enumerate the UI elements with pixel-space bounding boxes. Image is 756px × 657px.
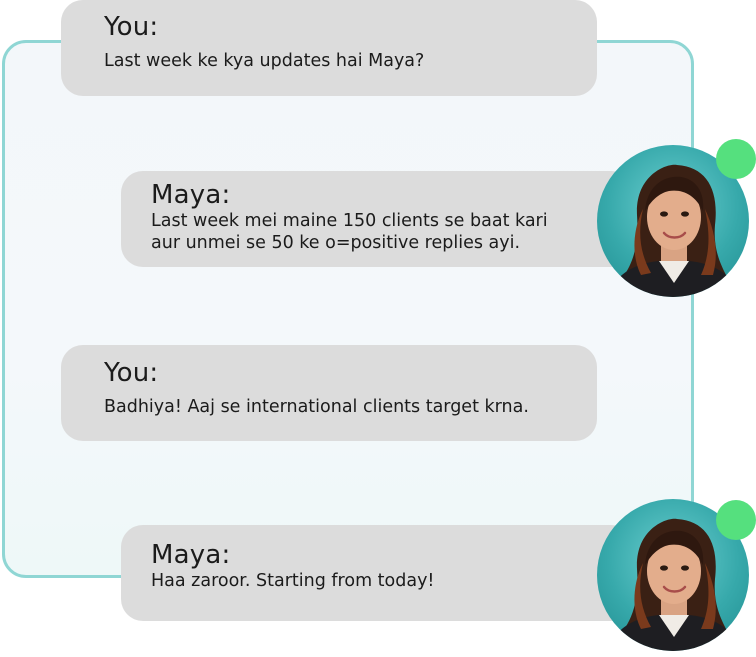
message-text-line-1: Last week mei maine 150 clients se baat … — [151, 211, 548, 231]
sender-name: Maya: — [151, 540, 231, 570]
online-status-dot — [716, 139, 756, 179]
message-text: Badhiya! Aaj se international clients ta… — [104, 397, 529, 417]
chat-showcase: You: Last week ke kya updates hai Maya? … — [0, 0, 756, 657]
chat-bubble-assistant: Maya: Last week mei maine 150 clients se… — [121, 171, 633, 267]
message-text-line-2: aur unmei se 50 ke o=positive replies ay… — [151, 233, 521, 253]
sender-name: Maya: — [151, 180, 231, 210]
chat-bubble-user: You: Badhiya! Aaj se international clien… — [61, 345, 597, 441]
sender-name: You: — [104, 12, 159, 42]
message-text: Haa zaroor. Starting from today! — [151, 571, 435, 591]
message-text: Last week ke kya updates hai Maya? — [104, 51, 425, 71]
sender-name: You: — [104, 358, 159, 388]
chat-panel — [2, 40, 694, 578]
chat-bubble-assistant: Maya: Haa zaroor. Starting from today! — [121, 525, 633, 621]
chat-bubble-user: You: Last week ke kya updates hai Maya? — [61, 0, 597, 96]
online-status-dot — [716, 500, 756, 540]
